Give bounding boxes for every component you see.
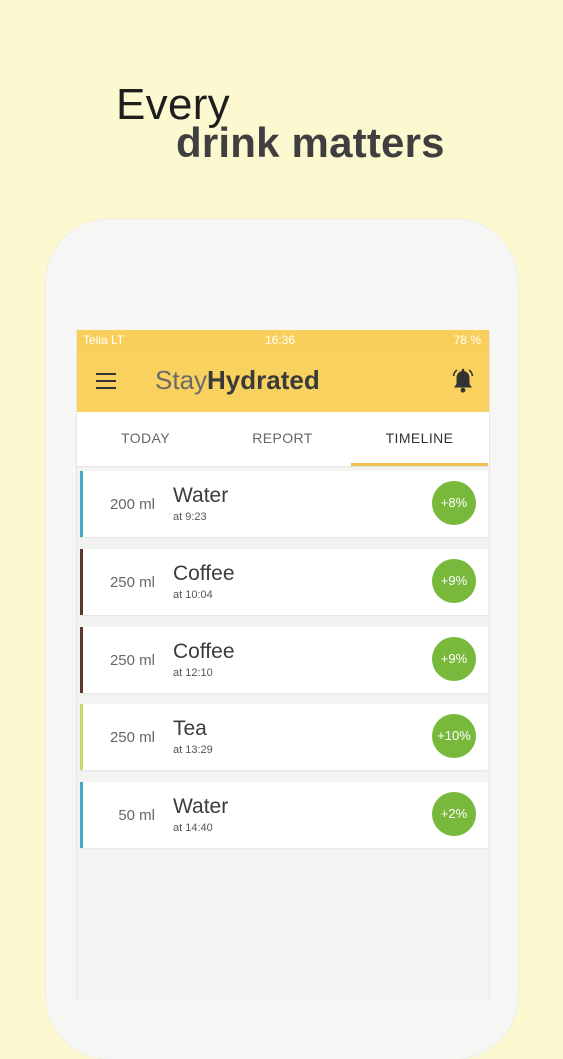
- entry-percent-badge: +9%: [432, 637, 476, 681]
- entry-time: at 14:40: [173, 822, 213, 834]
- entry-drink: Tea: [173, 717, 207, 740]
- headline-line-2: drink matters: [176, 119, 445, 166]
- entry-time: at 10:04: [173, 589, 213, 601]
- entry-amount: 50 ml: [118, 807, 155, 824]
- entry-time: at 9:23: [173, 511, 207, 523]
- timeline-entry[interactable]: 250 ml Tea at 13:29 +10%: [80, 704, 488, 770]
- entry-drink: Water: [173, 484, 229, 507]
- timeline-entry[interactable]: 200 ml Water at 9:23 +8%: [80, 471, 488, 537]
- tab-report[interactable]: REPORT: [214, 412, 351, 466]
- status-battery: 78 %: [453, 333, 481, 347]
- status-bar: Telia LT 16:36 78 %: [77, 330, 489, 350]
- entry-amount: 250 ml: [109, 652, 155, 669]
- entry-time: at 13:29: [173, 744, 213, 756]
- entry-drink: Coffee: [173, 640, 235, 663]
- entry-percent-badge: +9%: [432, 559, 476, 603]
- timeline-entry[interactable]: 50 ml Water at 14:40 +2%: [80, 782, 488, 848]
- headline: Every drink matters: [0, 0, 563, 210]
- entry-percent-badge: +2%: [432, 792, 476, 836]
- entry-time: at 12:10: [173, 667, 213, 679]
- status-carrier: Telia LT: [83, 333, 125, 347]
- tab-timeline[interactable]: TIMELINE: [351, 412, 488, 466]
- timeline-entry[interactable]: 250 ml Coffee at 10:04 +9%: [80, 549, 488, 615]
- status-time: 16:36: [265, 333, 296, 347]
- tab-today[interactable]: TODAY: [77, 412, 214, 466]
- hamburger-menu-icon[interactable]: [96, 373, 116, 389]
- app-title: StayHydrated: [155, 365, 320, 396]
- entry-amount: 250 ml: [109, 574, 155, 591]
- app-title-bold: Hydrated: [207, 365, 320, 395]
- bell-icon[interactable]: [451, 368, 475, 394]
- entry-amount: 250 ml: [109, 729, 155, 746]
- entry-percent-badge: +8%: [432, 481, 476, 525]
- app-screen: Telia LT 16:36 78 % StayHydrated TODAY R…: [76, 330, 490, 1000]
- app-title-light: Stay: [155, 365, 208, 395]
- app-bar: StayHydrated: [77, 350, 489, 412]
- entry-drink: Coffee: [173, 562, 235, 585]
- entry-percent-badge: +10%: [432, 714, 476, 758]
- timeline-entry[interactable]: 250 ml Coffee at 12:10 +9%: [80, 627, 488, 693]
- tab-bar: TODAY REPORT TIMELINE: [77, 412, 489, 467]
- entry-drink: Water: [173, 795, 229, 818]
- entry-amount: 200 ml: [109, 496, 155, 513]
